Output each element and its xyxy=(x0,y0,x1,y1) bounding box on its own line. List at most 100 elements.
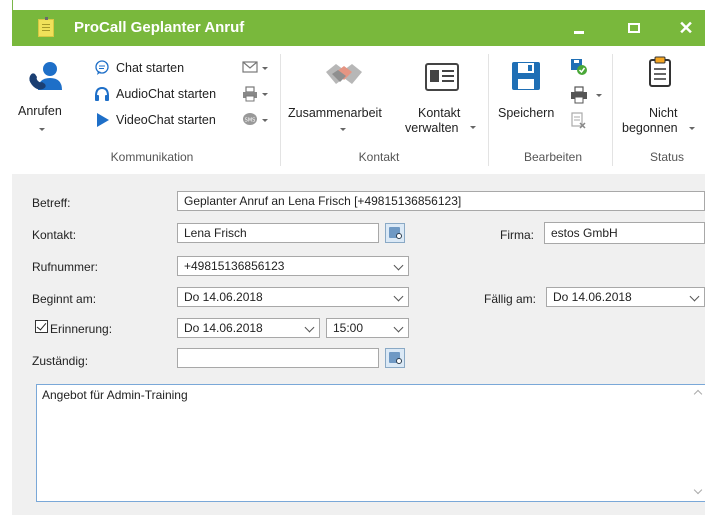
kontakt-verwalten-dropdown-icon xyxy=(470,126,476,129)
minimize-icon xyxy=(574,30,584,34)
sms-icon: SMS xyxy=(243,113,257,125)
clipboard-icon xyxy=(649,56,671,87)
notes-text: Angebot für Admin-Training xyxy=(42,388,188,402)
window-title: ProCall Geplanter Anruf xyxy=(74,19,245,36)
erinnerung-time-select[interactable]: 15:00 xyxy=(326,318,409,338)
beginnt-label: Beginnt am: xyxy=(32,292,97,306)
ribbon-separator xyxy=(280,54,281,166)
speichern-label: Speichern xyxy=(498,106,555,120)
svg-text:SMS: SMS xyxy=(245,118,256,124)
chevron-down-icon xyxy=(304,322,315,333)
print-button[interactable] xyxy=(568,86,608,106)
delete-doc-icon xyxy=(571,112,586,129)
chat-starten-button[interactable]: Chat starten xyxy=(90,60,240,78)
printer-icon xyxy=(571,86,587,104)
videochat-button[interactable]: VideoChat starten xyxy=(90,112,240,130)
notes-textarea[interactable]: Angebot für Admin-Training xyxy=(36,384,705,502)
sms-dropdown-icon xyxy=(262,119,268,122)
zusammenarbeit-button[interactable]: Zusammenarbeit xyxy=(288,58,400,138)
print-dropdown-icon xyxy=(262,93,268,96)
erinnerung-label: Erinnerung: xyxy=(50,322,113,336)
videochat-label: VideoChat starten xyxy=(116,113,216,127)
save-disk-icon xyxy=(512,62,540,90)
task-form: Betreff: Geplanter Anruf an Lena Frisch … xyxy=(12,174,705,515)
erinnerung-date-value: Do 14.06.2018 xyxy=(184,321,263,335)
mail-dropdown-icon xyxy=(262,67,268,70)
betreff-input[interactable]: Geplanter Anruf an Lena Frisch [+4981513… xyxy=(177,191,705,211)
firma-input[interactable]: estos GmbH xyxy=(544,222,705,244)
call-person-icon xyxy=(29,62,62,90)
title-bar: ProCall Geplanter Anruf ✕ xyxy=(12,10,705,46)
chevron-down-icon xyxy=(393,260,404,271)
chat-icon xyxy=(95,60,109,75)
close-icon: ✕ xyxy=(678,17,694,38)
save-check-icon xyxy=(571,59,587,75)
audiochat-label: AudioChat starten xyxy=(116,87,217,101)
task-note-icon xyxy=(38,17,54,37)
beginnt-date-select[interactable]: Do 14.06.2018 xyxy=(177,287,409,307)
kontakt-input[interactable]: Lena Frisch xyxy=(177,223,379,243)
status-label-1: Nicht xyxy=(649,106,678,120)
ribbon: Anrufen Chat starten AudioChat starten V… xyxy=(12,46,705,175)
faellig-label: Fällig am: xyxy=(484,292,537,306)
zustaendig-label: Zuständig: xyxy=(32,354,89,368)
erinnerung-checkbox[interactable] xyxy=(35,320,48,333)
delete-button[interactable] xyxy=(568,112,590,132)
zusammenarbeit-dropdown-icon xyxy=(340,128,346,131)
maximize-button[interactable] xyxy=(615,10,653,46)
kontakt-search-button[interactable] xyxy=(385,223,405,243)
faellig-date-select[interactable]: Do 14.06.2018 xyxy=(546,287,705,307)
maximize-icon xyxy=(628,23,640,33)
erinnerung-date-select[interactable]: Do 14.06.2018 xyxy=(177,318,320,338)
rufnummer-select[interactable]: +49815136856123 xyxy=(177,256,409,276)
chevron-down-icon xyxy=(393,322,404,333)
anrufen-dropdown-icon xyxy=(39,128,45,131)
rufnummer-label: Rufnummer: xyxy=(32,260,99,274)
beginnt-value: Do 14.06.2018 xyxy=(184,290,263,304)
kontakt-label: Kontakt: xyxy=(32,228,77,242)
ribbon-separator xyxy=(488,54,489,166)
handshake-icon xyxy=(326,64,362,84)
printer-icon xyxy=(243,86,257,102)
kontakt-verwalten-label-2: verwalten xyxy=(405,121,459,135)
scheduled-call-window: ProCall Geplanter Anruf ✕ Anrufen Chat s… xyxy=(0,0,705,515)
scroll-up-icon[interactable] xyxy=(693,389,703,399)
ribbon-separator xyxy=(612,54,613,166)
audiochat-button[interactable]: AudioChat starten xyxy=(90,86,240,104)
anrufen-label: Anrufen xyxy=(18,104,62,118)
kontakt-verwalten-button[interactable]: Kontakt verwalten xyxy=(402,58,482,138)
erinnerung-time-value: 15:00 xyxy=(333,321,364,335)
group-label-kommunikation: Kommunikation xyxy=(110,150,194,164)
sms-button[interactable]: SMS xyxy=(242,112,272,130)
status-dropdown-icon xyxy=(689,127,695,130)
contact-card-icon xyxy=(425,63,459,91)
chevron-down-icon xyxy=(393,291,404,302)
anrufen-button[interactable]: Anrufen xyxy=(18,58,70,138)
zusammenarbeit-label: Zusammenarbeit xyxy=(288,106,382,120)
kontakt-verwalten-label-1: Kontakt xyxy=(418,106,461,120)
print-button-small[interactable] xyxy=(242,86,272,104)
zustaendig-input[interactable] xyxy=(177,348,379,368)
scroll-down-icon[interactable] xyxy=(693,485,703,495)
print-dropdown-icon xyxy=(596,94,602,97)
email-button[interactable] xyxy=(242,60,272,78)
betreff-label: Betreff: xyxy=(32,196,71,210)
status-button[interactable]: Nicht begonnen xyxy=(618,54,700,140)
close-button[interactable]: ✕ xyxy=(667,10,705,46)
rufnummer-value: +49815136856123 xyxy=(184,259,285,273)
video-play-icon xyxy=(97,113,109,127)
group-label-bearbeiten: Bearbeiten xyxy=(523,150,583,164)
firma-label: Firma: xyxy=(500,228,534,242)
zustaendig-search-button[interactable] xyxy=(385,348,405,368)
group-label-status: Status xyxy=(649,150,685,164)
status-label-2: begonnen xyxy=(622,121,678,135)
mail-icon xyxy=(242,61,258,73)
minimize-button[interactable] xyxy=(560,10,598,46)
chevron-down-icon xyxy=(689,291,700,302)
speichern-button[interactable]: Speichern xyxy=(496,58,560,138)
group-label-kontakt: Kontakt xyxy=(358,150,400,164)
chat-starten-label: Chat starten xyxy=(116,61,185,75)
save-close-button[interactable] xyxy=(568,58,590,78)
faellig-value: Do 14.06.2018 xyxy=(553,290,632,304)
headset-icon xyxy=(95,86,109,101)
